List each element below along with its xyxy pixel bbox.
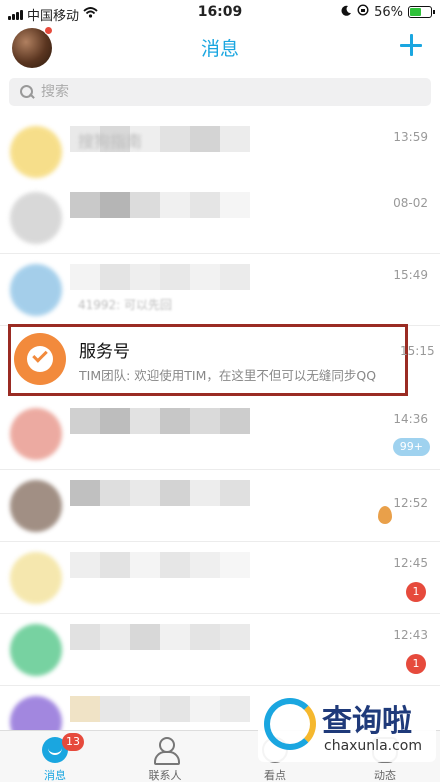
battery-icon [408, 6, 435, 18]
chat-row[interactable]: 12:52 [0, 470, 440, 542]
pixelated-content [70, 408, 270, 460]
nav-bar: 消息 [0, 26, 440, 70]
search-input[interactable] [41, 84, 401, 100]
page-title: 消息 [200, 38, 239, 60]
search-icon [19, 84, 35, 100]
battery-percent: 56% [374, 4, 403, 20]
search-bar [0, 70, 440, 116]
chat-time: 12:45 [393, 556, 428, 570]
chat-row[interactable]: 12:45 1 [0, 542, 440, 614]
chat-title-blurred: 搜狗指南 [78, 132, 143, 151]
chat-row[interactable]: 08-02 [0, 182, 440, 254]
tab-label: 联系人 [148, 769, 182, 782]
chat-avatar [10, 408, 62, 460]
search-box[interactable] [9, 78, 431, 106]
tab-messages[interactable]: 13 消息 [0, 731, 110, 782]
pixelated-content [70, 192, 270, 244]
chat-avatar [10, 480, 62, 532]
unread-badge: 99+ [392, 438, 430, 456]
drop-icon [378, 506, 392, 524]
watermark-logo-icon [264, 698, 316, 750]
watermark-text: 查询啦 [322, 704, 412, 739]
tab-contacts[interactable]: 联系人 [110, 731, 220, 782]
chat-avatar [10, 126, 62, 178]
chat-time: 15:49 [393, 268, 428, 282]
tab-label: 动态 [374, 769, 396, 782]
chat-avatar [10, 624, 62, 676]
chat-avatar [10, 696, 62, 730]
chat-avatar [10, 264, 62, 316]
chat-avatar [10, 192, 62, 244]
status-bar: 中国移动 16:09 56% [0, 0, 440, 26]
watermark-sub: chaxunla.com [324, 738, 422, 754]
chat-name: 服务号 [79, 342, 130, 362]
chat-avatar [10, 552, 62, 604]
rotation-lock-icon [357, 4, 369, 20]
chat-time: 13:59 [393, 130, 428, 144]
chat-row[interactable]: 14:36 99+ [0, 398, 440, 470]
pixelated-content [70, 480, 270, 532]
chat-time: 15:15 [400, 344, 435, 358]
chat-list: 搜狗指南 13:59 08-02 41992: 可以先回 15:49 14:36… [0, 116, 440, 730]
service-account-row[interactable]: 服务号 TIM团队: 欢迎使用TIM，在这里不但可以无缝同步QQ [8, 324, 408, 396]
chat-preview-blurred: 41992: 可以先回 [78, 298, 173, 312]
chat-row[interactable]: 12:43 1 [0, 614, 440, 686]
pixelated-content [70, 552, 270, 604]
unread-badge: 1 [406, 654, 426, 674]
battery-fill [410, 8, 421, 16]
tab-label: 消息 [44, 769, 66, 782]
watermark: 查询啦 chaxunla.com [258, 690, 436, 762]
pixelated-content [70, 624, 270, 676]
contacts-icon [152, 737, 180, 765]
add-button[interactable] [396, 30, 426, 60]
chat-row[interactable]: 搜狗指南 13:59 [0, 116, 440, 188]
moon-icon [341, 5, 352, 20]
service-account-avatar [14, 333, 66, 385]
status-right: 56% [341, 4, 435, 20]
chat-time: 08-02 [393, 196, 428, 210]
chat-preview: TIM团队: 欢迎使用TIM，在这里不但可以无缝同步QQ [79, 368, 377, 383]
pixelated-content [70, 696, 270, 730]
tab-label: 看点 [264, 769, 286, 782]
chat-time: 12:43 [393, 628, 428, 642]
tab-badge: 13 [62, 733, 84, 751]
chat-time: 14:36 [393, 412, 428, 426]
unread-badge: 1 [406, 582, 426, 602]
chat-time: 12:52 [393, 496, 428, 510]
chat-row[interactable]: 41992: 可以先回 15:49 [0, 254, 440, 326]
